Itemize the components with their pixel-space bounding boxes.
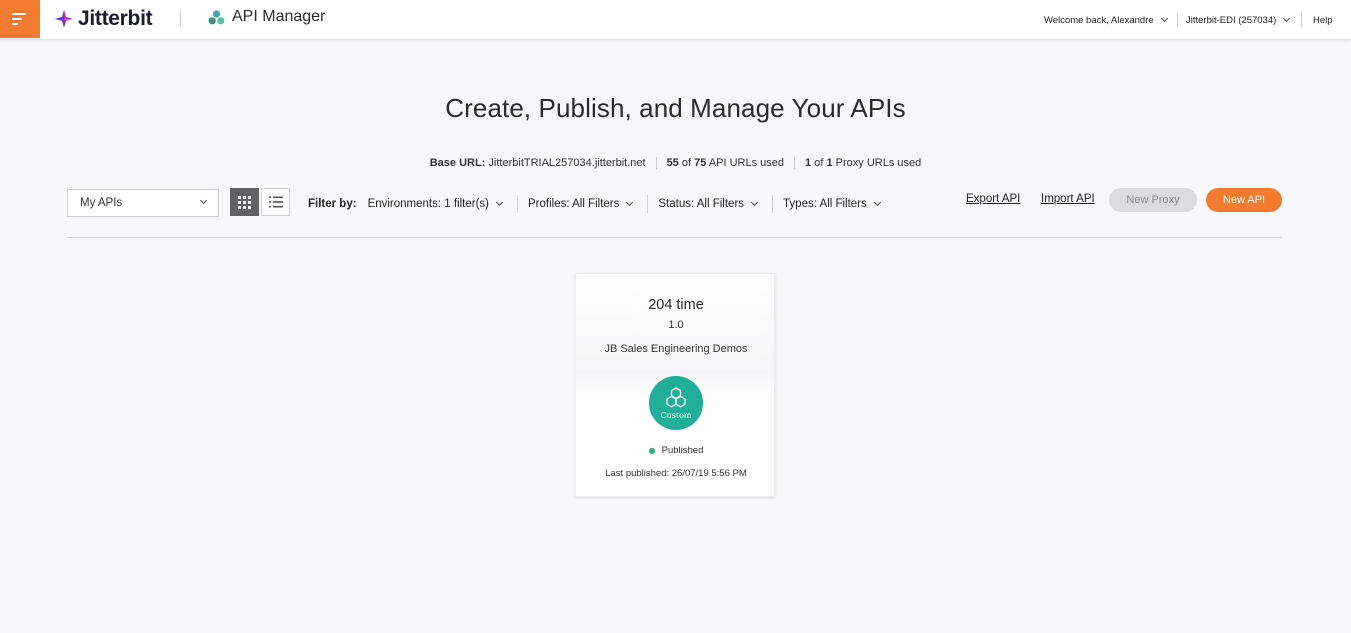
chevron-down-icon [873, 198, 881, 207]
toolbar-divider [67, 237, 1282, 238]
filter-environments-label: Environments: 1 filter(s) [367, 198, 489, 210]
filter-profiles-label: Profiles: All Filters [528, 198, 620, 210]
api-status-label: Published [661, 445, 704, 456]
api-of: of [681, 157, 692, 169]
grid-view-button[interactable] [230, 188, 259, 216]
api-url-usage: 55 of 75 API URLs used [655, 157, 794, 169]
api-scope-value: My APIs [80, 197, 123, 209]
help-link[interactable]: Help [1313, 0, 1333, 40]
jitterbit-logo-icon [55, 10, 73, 28]
new-proxy-button[interactable]: New Proxy [1109, 188, 1197, 212]
base-url-value: JitterbitTRIAL257034.jitterbit.net [488, 157, 646, 169]
welcome-text: Welcome back, Alexandre [1044, 14, 1154, 26]
base-url: Base URL: JitterbitTRIAL257034.jitterbit… [420, 157, 656, 169]
published-status-icon [648, 447, 655, 454]
chevron-down-icon [626, 198, 634, 207]
org-menu[interactable]: Jitterbit-EDI (257034) [1186, 0, 1291, 40]
page-title: Create, Publish, and Manage Your APIs [445, 93, 906, 123]
custom-api-icon [666, 386, 686, 408]
proxy-used-count: 1 [805, 157, 812, 169]
chevron-down-icon [750, 198, 759, 207]
api-card[interactable]: 204 time 1.0 JB Sales Engineering Demos … [575, 273, 775, 497]
filter-types[interactable]: Types: All Filters [772, 195, 895, 213]
logo-text: Jitterbit [78, 7, 153, 30]
filter-status[interactable]: Status: All Filters [647, 195, 772, 213]
chevron-down-icon [1160, 14, 1168, 23]
menu-icon[interactable] [0, 0, 40, 38]
base-url-label: Base URL: [429, 157, 486, 169]
api-usage-label: API URLs used [708, 157, 785, 169]
api-scope-select[interactable]: My APIs [67, 189, 219, 217]
api-last-published: Last published: 26/07/19 5:56 PM [605, 468, 747, 479]
app-title-text: API Manager [232, 8, 326, 25]
header-divider [1177, 12, 1178, 27]
filter-profiles[interactable]: Profiles: All Filters [517, 195, 647, 213]
api-name: 204 time [648, 297, 704, 313]
top-bar: Jitterbit API Manager Welcome back, Alex… [0, 0, 1351, 40]
api-environment: JB Sales Engineering Demos [604, 343, 748, 355]
list-icon [268, 196, 283, 208]
jitterbit-logo[interactable]: Jitterbit [54, 6, 153, 32]
app-title: API Manager [208, 8, 325, 26]
api-total-count: 75 [694, 157, 707, 169]
api-manager-icon [208, 9, 225, 24]
api-type-label: Custom [660, 410, 692, 420]
filter-status-label: Status: All Filters [658, 198, 745, 210]
user-menu[interactable]: Welcome back, Alexandre [1044, 0, 1168, 40]
api-used-count: 55 [666, 157, 679, 169]
chevron-down-icon [199, 196, 208, 205]
header-divider [180, 12, 181, 27]
filter-environments[interactable]: Environments: 1 filter(s) [368, 195, 517, 213]
org-name: Jitterbit-EDI (257034) [1186, 14, 1277, 26]
header-divider [1301, 12, 1302, 27]
filter-types-label: Types: All Filters [783, 198, 867, 210]
import-api-link[interactable]: Import API [1041, 193, 1095, 205]
api-status: Published [576, 445, 776, 456]
proxy-total-count: 1 [826, 157, 833, 169]
proxy-of: of [814, 157, 824, 169]
proxy-usage-label: Proxy URLs used [835, 157, 922, 169]
chevron-down-icon [1283, 14, 1291, 23]
export-api-link[interactable]: Export API [966, 193, 1020, 205]
chevron-down-icon [495, 198, 504, 207]
api-type-badge: Custom [649, 376, 703, 430]
list-view-button[interactable] [261, 188, 290, 216]
proxy-url-usage: 1 of 1 Proxy URLs used [794, 157, 931, 169]
filter-label: Filter by: [308, 198, 357, 210]
help-label: Help [1313, 14, 1333, 26]
grid-icon [238, 195, 251, 209]
filter-bar: Filter by: Environments: 1 filter(s) Pro… [308, 195, 895, 213]
api-version: 1.0 [668, 319, 684, 331]
usage-stats: Base URL: JitterbitTRIAL257034.jitterbit… [0, 157, 1351, 169]
new-api-button[interactable]: New API [1206, 188, 1282, 212]
